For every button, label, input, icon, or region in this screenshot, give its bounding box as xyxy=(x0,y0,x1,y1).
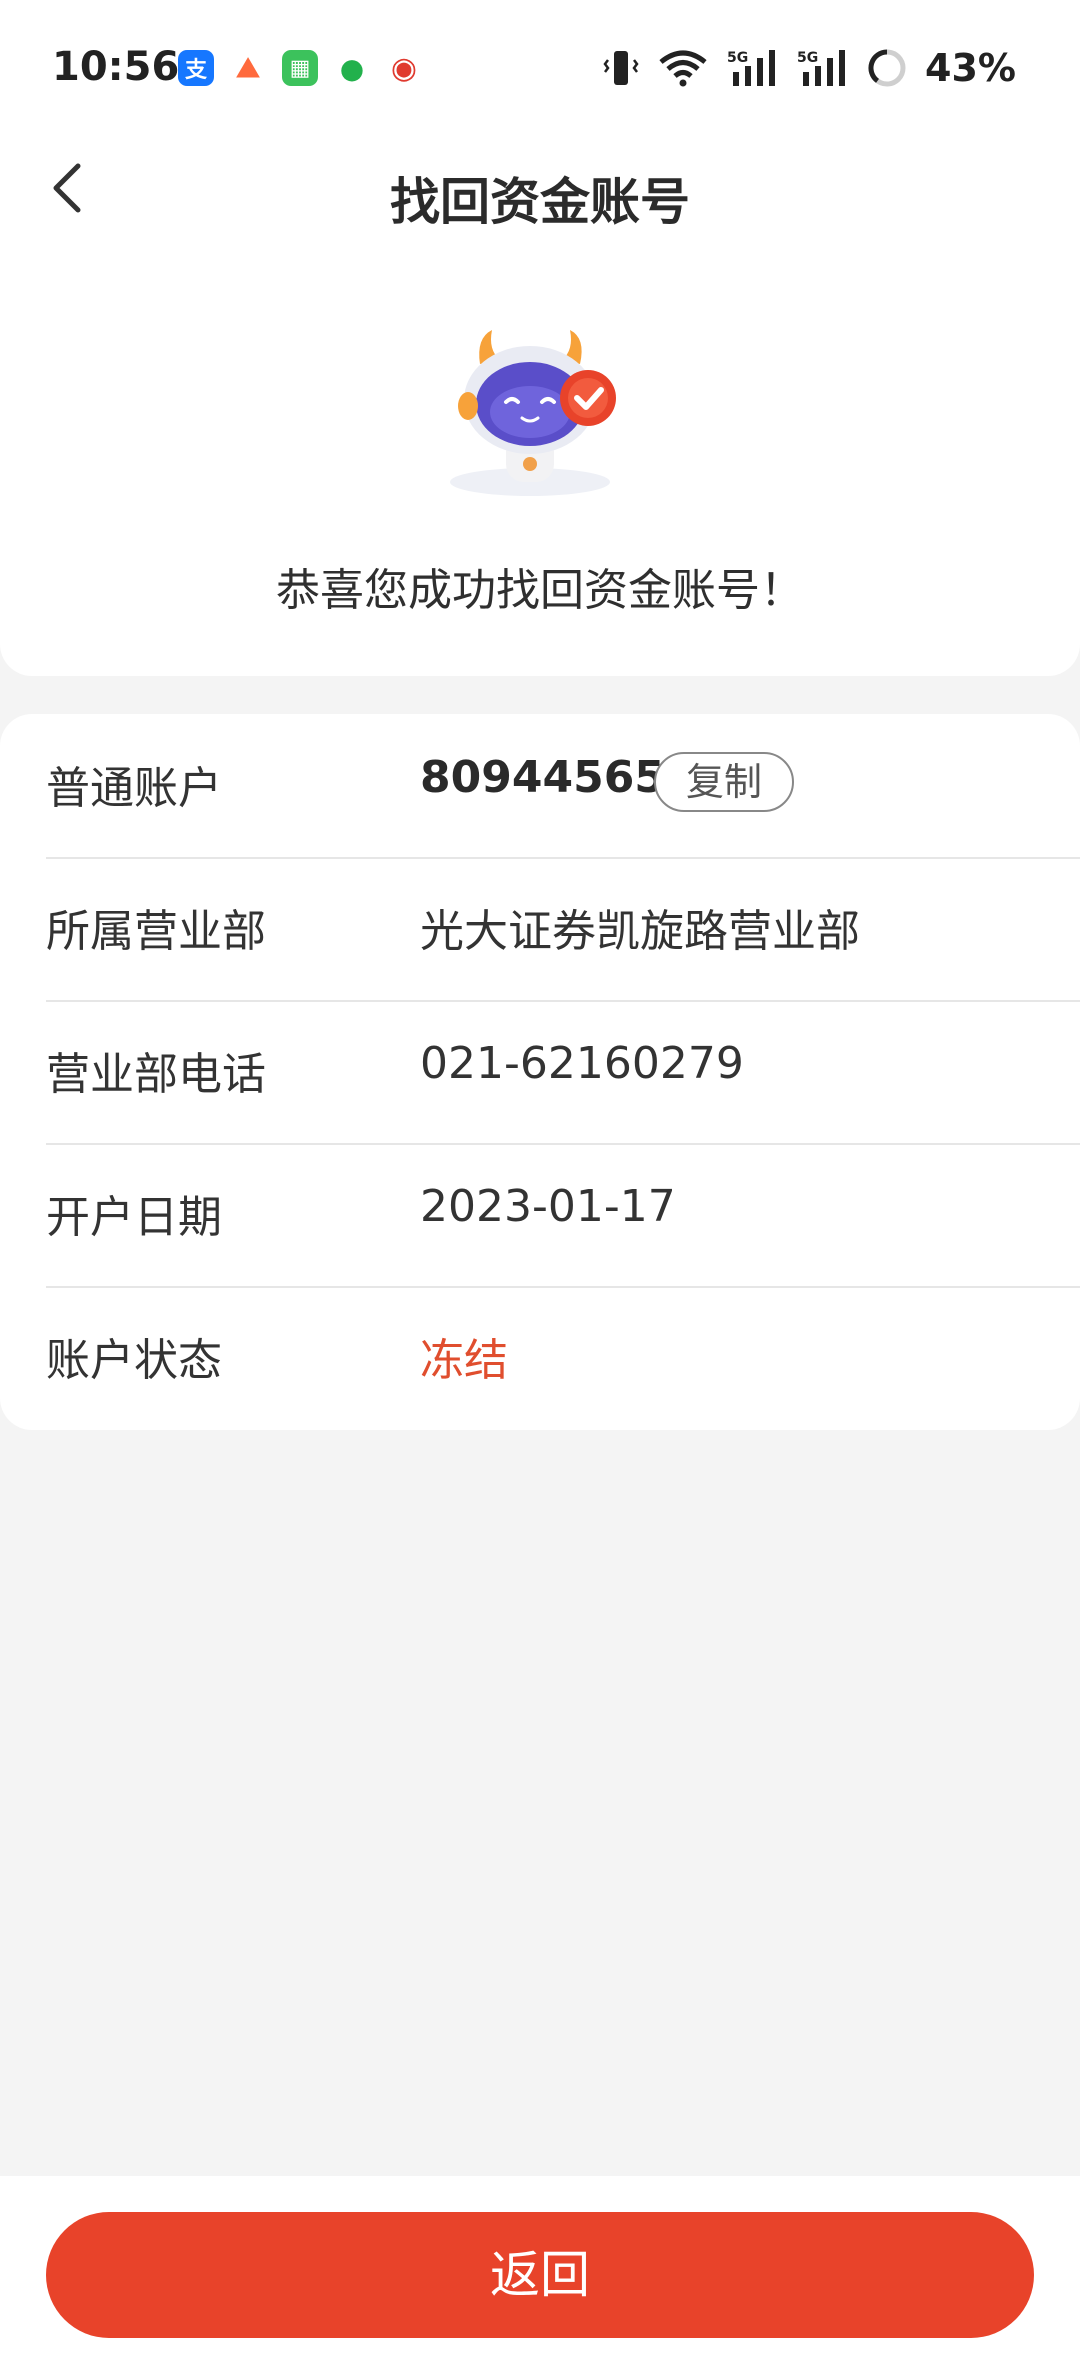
info-row-phone: 营业部电话 021-62160279 xyxy=(46,1000,1080,1145)
info-value: 2023-01-17 xyxy=(420,1181,676,1232)
battery-level: 43% xyxy=(925,46,1016,90)
info-row-branch: 所属营业部 光大证券凯旋路营业部 xyxy=(46,857,1080,1002)
grid-app-icon: ▦ xyxy=(282,50,318,86)
vibrate-icon xyxy=(603,51,639,85)
page-title: 找回资金账号 xyxy=(390,173,690,231)
signal-5g-icon: 5G xyxy=(727,50,776,86)
china-mobile-icon: ◉ xyxy=(386,50,422,86)
info-row-account: 普通账户 80944565 复制 xyxy=(46,714,1080,859)
mascot-illustration xyxy=(450,330,616,496)
success-panel: 恭喜您成功找回资金账号！ xyxy=(0,240,1080,676)
info-label: 普通账户 xyxy=(46,763,222,814)
nav-bar: 找回资金账号 xyxy=(0,140,1080,240)
return-button[interactable]: 返回 xyxy=(46,2212,1034,2338)
footer-bar: 返回 xyxy=(0,2176,1080,2372)
info-value: 光大证券凯旋路营业部 xyxy=(420,906,860,957)
svg-text:5G: 5G xyxy=(797,50,818,66)
notification-icons: 支 ⛰ ▦ ● ◉ xyxy=(178,50,422,86)
game-icon: ⛰ xyxy=(230,50,266,86)
status-badge: 冻结 xyxy=(420,1335,508,1386)
signal-5g-icon: 5G xyxy=(797,50,846,86)
info-value: 021-62160279 xyxy=(420,1038,744,1089)
copy-button[interactable]: 复制 xyxy=(654,752,794,812)
info-row-status: 账户状态 冻结 xyxy=(46,1286,1080,1429)
info-label: 营业部电话 xyxy=(46,1049,266,1100)
info-label: 账户状态 xyxy=(46,1335,222,1386)
info-label: 开户日期 xyxy=(46,1192,222,1243)
alipay-icon: 支 xyxy=(178,50,214,86)
account-info-card: 普通账户 80944565 复制 所属营业部 光大证券凯旋路营业部 营业部电话 … xyxy=(0,714,1080,1430)
info-label: 所属营业部 xyxy=(46,906,266,957)
clock: 10:56 xyxy=(52,44,180,90)
chat-icon: ● xyxy=(334,50,370,86)
svg-text:5G: 5G xyxy=(727,50,748,66)
battery-ring-icon xyxy=(868,49,906,87)
wifi-icon xyxy=(659,50,707,87)
success-message: 恭喜您成功找回资金账号！ xyxy=(276,565,804,616)
system-icons: 5G 5G 43% xyxy=(603,46,1016,90)
account-number: 80944565 xyxy=(420,752,665,803)
info-row-open-date: 开户日期 2023-01-17 xyxy=(46,1143,1080,1288)
status-bar: 10:56 支 ⛰ ▦ ● ◉ 5G 5G 43% xyxy=(0,0,1080,140)
